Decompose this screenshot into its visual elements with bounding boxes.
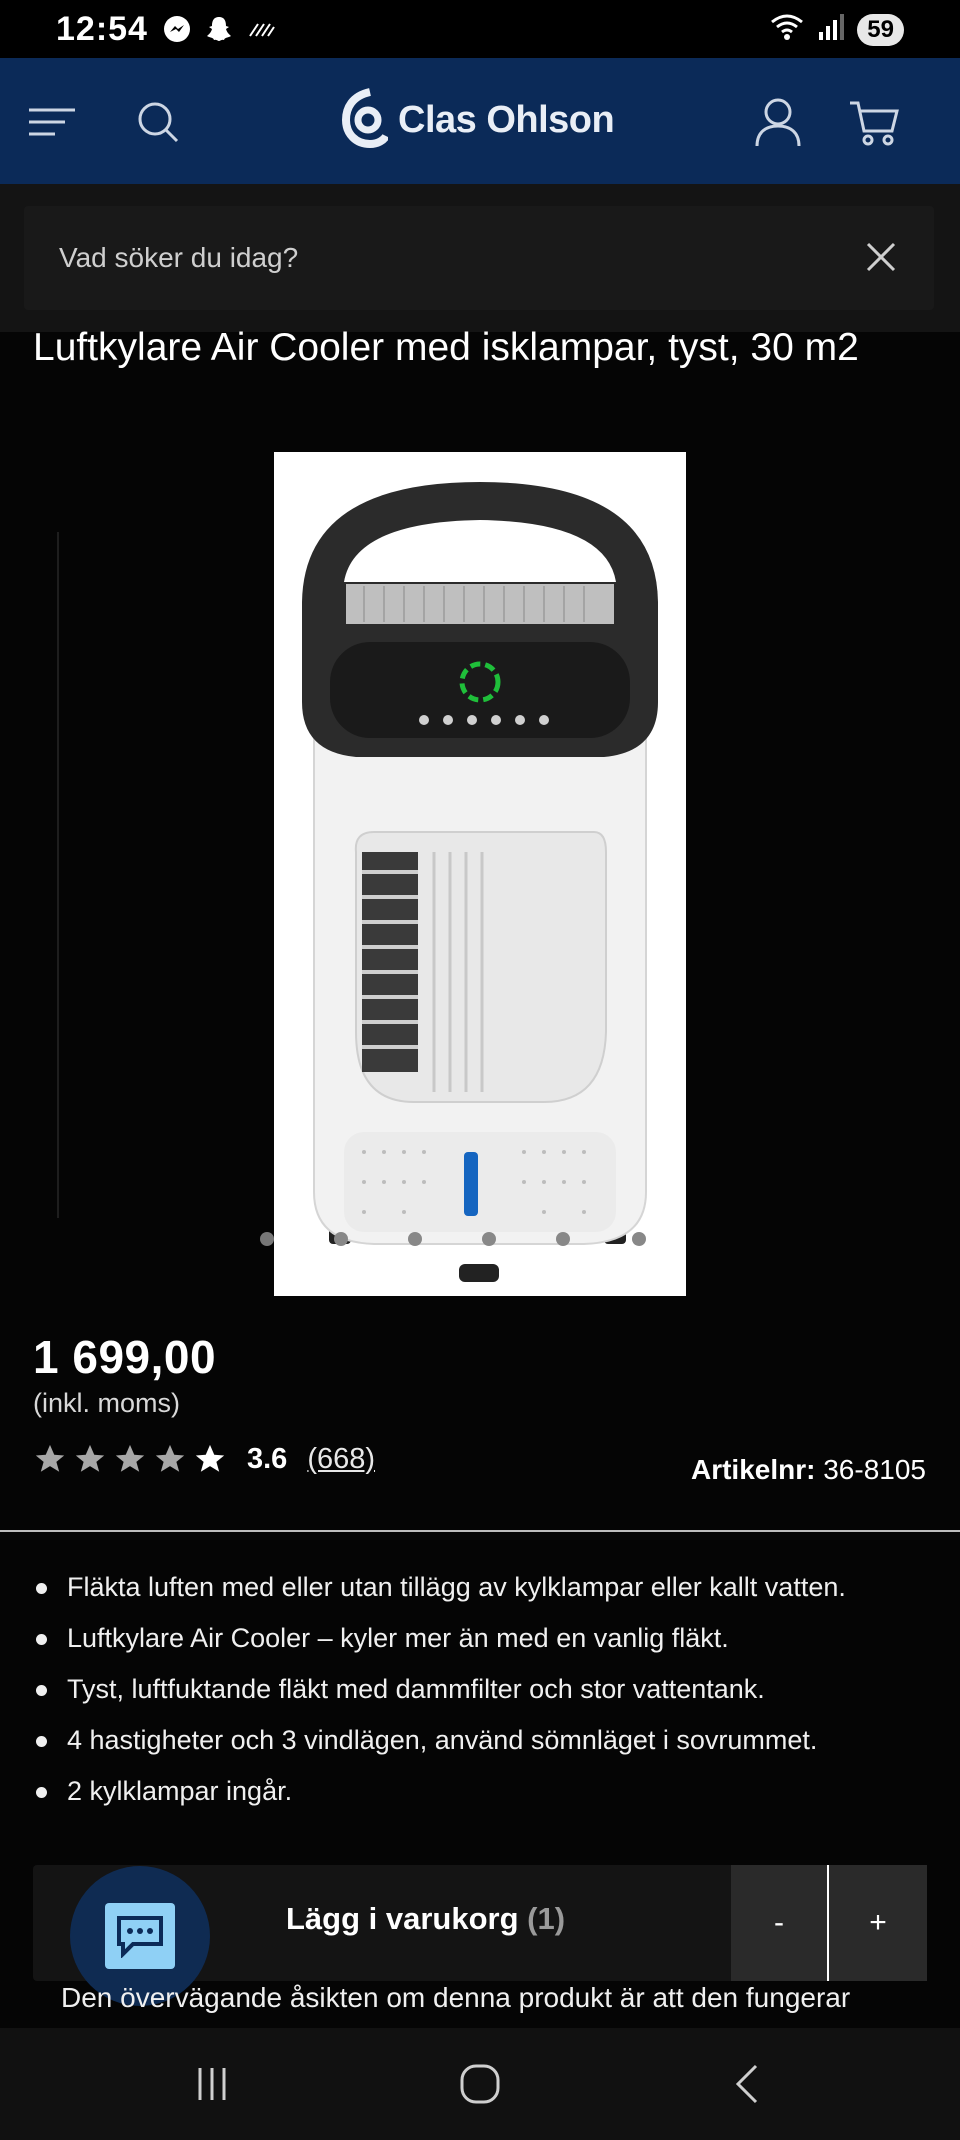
review-count-link[interactable]: (668) (307, 1443, 375, 1476)
system-nav-bar (0, 2028, 960, 2140)
wifi-icon (769, 12, 805, 47)
article-number: Artikelnr: 36-8105 (691, 1454, 926, 1486)
carousel-dot[interactable] (260, 1232, 274, 1246)
logo-icon (340, 88, 390, 153)
product-title: Luftkylare Air Cooler med isklampar, tys… (33, 326, 859, 369)
signal-icon (817, 12, 845, 47)
carousel-dot[interactable] (556, 1232, 570, 1246)
carousel-dot[interactable] (482, 1232, 496, 1246)
star-icon (115, 1444, 145, 1472)
list-item: 4 hastigheter och 3 vindlägen, använd sö… (33, 1715, 933, 1766)
snapchat-icon (204, 14, 234, 44)
status-app-icons (162, 14, 276, 44)
search-input[interactable]: Vad söker du idag? (24, 206, 934, 310)
add-to-cart-button[interactable]: Lägg i varukorg (1) (286, 1901, 565, 1937)
section-divider (0, 1530, 960, 1532)
star-icon (75, 1444, 105, 1472)
battery-indicator: 59 (857, 13, 904, 46)
cart-quantity: (1) (527, 1901, 566, 1936)
price-vat-note: (inkl. moms) (33, 1388, 180, 1418)
decrease-quantity-button[interactable]: - (731, 1865, 829, 1981)
cart-icon[interactable] (846, 94, 902, 150)
home-icon[interactable] (450, 2058, 510, 2110)
star-icon (155, 1444, 185, 1472)
status-time: 12:54 (56, 10, 148, 48)
star-icon (195, 1444, 225, 1472)
review-summary-text: Den övervägande åsikten om denna produkt… (61, 1982, 851, 2013)
back-icon[interactable] (718, 2058, 778, 2110)
search-section: Vad söker du idag? (0, 184, 960, 332)
signal-pattern-icon (246, 14, 276, 44)
list-item: Fläkta luften med eller utan tillägg av … (33, 1562, 933, 1613)
search-placeholder: Vad söker du idag? (59, 242, 299, 273)
status-right: 59 (769, 12, 904, 47)
product-price: 1 699,00 (33, 1331, 217, 1383)
search-icon[interactable] (130, 94, 186, 150)
brand-logo[interactable]: Clas Ohlson (340, 88, 615, 153)
image-carousel-dots (260, 1232, 660, 1248)
article-value: 36-8105 (823, 1454, 926, 1485)
list-item: Tyst, luftfuktande fläkt med dammfilter … (33, 1664, 933, 1715)
feature-list: Fläkta luften med eller utan tillägg av … (33, 1562, 933, 1817)
account-icon[interactable] (750, 94, 806, 150)
chat-icon (105, 1903, 175, 1969)
carousel-dot[interactable] (334, 1232, 348, 1246)
close-icon[interactable] (858, 234, 904, 280)
product-image[interactable] (274, 452, 686, 1296)
menu-icon[interactable] (24, 94, 80, 150)
carousel-dot[interactable] (632, 1232, 646, 1246)
rating-value: 3.6 (247, 1442, 288, 1475)
recent-apps-icon[interactable] (182, 2058, 242, 2110)
increase-quantity-button[interactable]: + (829, 1865, 927, 1981)
article-label: Artikelnr: (690, 1454, 816, 1485)
status-bar: 12:54 59 (0, 0, 960, 58)
gallery-divider (57, 532, 59, 1218)
carousel-dot[interactable] (408, 1232, 422, 1246)
site-header: Clas Ohlson (0, 58, 960, 184)
star-icon (35, 1444, 65, 1472)
list-item: 2 kylklampar ingår. (33, 1766, 933, 1817)
product-rating[interactable]: 3.6 (668) (33, 1442, 375, 1476)
list-item: Luftkylare Air Cooler – kyler mer än med… (33, 1613, 933, 1664)
messenger-icon (162, 14, 192, 44)
add-to-cart-label: Lägg i varukorg (286, 1901, 519, 1936)
brand-name: Clas Ohlson (398, 99, 615, 141)
